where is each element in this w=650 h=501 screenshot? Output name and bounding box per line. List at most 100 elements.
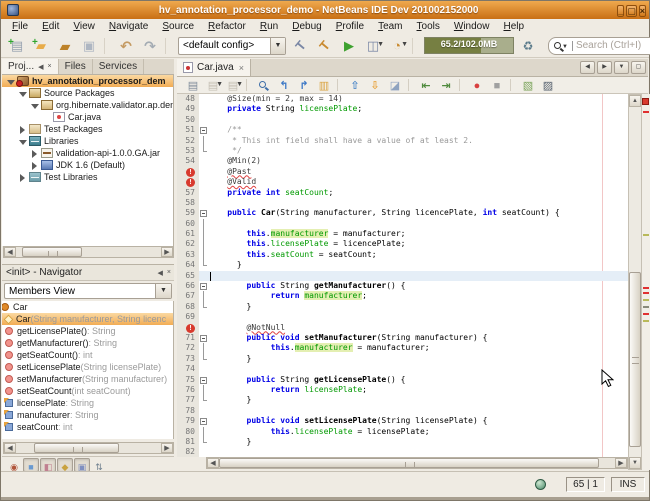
- code-line[interactable]: 76 return licensePlate;: [177, 385, 628, 395]
- tab-services[interactable]: Services: [93, 59, 144, 74]
- menu-view[interactable]: View: [66, 20, 102, 33]
- tab-projects[interactable]: Proj...◀×: [2, 59, 59, 74]
- show-inner-classes-filter[interactable]: [74, 458, 90, 472]
- code-editor[interactable]: 48 @Size(min = 2, max = 14)49 private St…: [177, 94, 628, 457]
- open-project-button[interactable]: [54, 36, 76, 56]
- tab-list-button[interactable]: ▼: [614, 61, 629, 74]
- search-box[interactable]: ▼Search (Ctrl+I): [548, 37, 650, 55]
- stop-macro-recording-button[interactable]: [488, 78, 506, 93]
- code-line[interactable]: 51 /**: [177, 125, 628, 135]
- error-stripe-mark[interactable]: [643, 299, 649, 301]
- error-stripe-mark[interactable]: [643, 320, 649, 322]
- code-line[interactable]: ! @Valid: [177, 177, 628, 187]
- code-line[interactable]: 67 return manufacturer;: [177, 291, 628, 301]
- code-line[interactable]: 59 public Car(String manufacturer, Strin…: [177, 208, 628, 218]
- menu-source[interactable]: Source: [155, 20, 201, 33]
- scroll-tabs-right-button[interactable]: ▶: [597, 61, 612, 74]
- error-stripe-mark[interactable]: [643, 313, 649, 315]
- scroll-left-arrow[interactable]: ◀: [207, 458, 219, 468]
- tree-item-test-packages[interactable]: Test Packages: [2, 123, 173, 135]
- build-project-button[interactable]: [290, 36, 312, 56]
- code-fold-toggle[interactable]: [199, 375, 208, 385]
- code-line[interactable]: 60: [177, 219, 628, 229]
- expander-closed-icon[interactable]: [18, 173, 27, 182]
- scroll-left-arrow[interactable]: ◀: [4, 443, 16, 453]
- navigator-item-setmanufacturer[interactable]: setManufacturer(String manufacturer): [2, 373, 173, 385]
- code-line[interactable]: 68 }: [177, 302, 628, 312]
- current-code-line[interactable]: 65: [177, 271, 628, 281]
- back-button[interactable]: ▼: [204, 78, 222, 93]
- code-line[interactable]: 62 this.licensePlate = licencePlate;: [177, 239, 628, 249]
- new-file-button[interactable]: [6, 36, 28, 56]
- menu-navigate[interactable]: Navigate: [102, 20, 155, 33]
- code-line[interactable]: 72 this.manufacturer = manufacturer;: [177, 343, 628, 353]
- forward-button[interactable]: ▼: [224, 78, 242, 93]
- tree-item-jdk-1-6-default-[interactable]: JDK 1.6 (Default): [2, 159, 173, 171]
- menu-file[interactable]: File: [5, 20, 35, 33]
- code-line[interactable]: 48 @Size(min = 2, max = 14): [177, 94, 628, 104]
- tree-item-car-java[interactable]: Car.java: [2, 111, 173, 123]
- shift-line-right-button[interactable]: [437, 78, 455, 93]
- uncomment-button[interactable]: [539, 78, 557, 93]
- tree-item-hv-annotation-processor-dem[interactable]: hv_annotation_processor_dem: [2, 75, 173, 87]
- code-line[interactable]: 52 * This int field shall have a value o…: [177, 136, 628, 146]
- gc-button[interactable]: [517, 36, 539, 56]
- scrollbar-thumb[interactable]: [34, 443, 119, 453]
- error-stripe[interactable]: [642, 94, 650, 470]
- navigator-item-car[interactable]: Car: [2, 301, 173, 313]
- menu-edit[interactable]: Edit: [35, 20, 66, 33]
- new-project-button[interactable]: [30, 36, 52, 56]
- error-stripe-mark[interactable]: [643, 287, 649, 289]
- error-stripe-mark[interactable]: [643, 234, 649, 236]
- show-fields-filter[interactable]: [23, 458, 39, 472]
- code-line[interactable]: 49 private String licensePlate;: [177, 104, 628, 114]
- code-line[interactable]: 57 private int seatCount;: [177, 188, 628, 198]
- chevron-down-icon[interactable]: ▼: [155, 284, 171, 298]
- navigator-item-licenseplate[interactable]: licensePlate : String: [2, 397, 173, 409]
- code-line[interactable]: ! @NotNull: [177, 323, 628, 333]
- tab-files[interactable]: Files: [59, 59, 93, 74]
- expander-open-icon[interactable]: [30, 101, 39, 110]
- code-line[interactable]: 61 this.manufacturer = manufacturer;: [177, 229, 628, 239]
- code-line[interactable]: 74: [177, 364, 628, 374]
- expander-open-icon[interactable]: [18, 137, 27, 146]
- expander-open-icon[interactable]: [6, 77, 15, 86]
- code-fold-toggle[interactable]: [199, 125, 208, 135]
- menu-refactor[interactable]: Refactor: [201, 20, 253, 33]
- code-line[interactable]: 79 public void setLicensePlate(String li…: [177, 416, 628, 426]
- tree-item-org-hibernate-validator-ap-dem[interactable]: org.hibernate.validator.ap.dem: [2, 99, 173, 111]
- code-line[interactable]: 75 public String getLicensePlate() {: [177, 375, 628, 385]
- redo-button[interactable]: [139, 36, 161, 56]
- code-line[interactable]: 50: [177, 115, 628, 125]
- scroll-right-arrow[interactable]: ▶: [161, 247, 173, 257]
- code-fold-toggle[interactable]: [199, 333, 208, 343]
- profile-project-button[interactable]: ▼: [386, 36, 408, 56]
- comment-button[interactable]: [519, 78, 537, 93]
- projects-tree[interactable]: hv_annotation_processor_demSource Packag…: [2, 75, 174, 246]
- code-fold-toggle[interactable]: [199, 281, 208, 291]
- debug-project-button[interactable]: ▼: [362, 36, 384, 56]
- navigator-members-list[interactable]: CarCar(String manufacturer, String licen…: [2, 301, 174, 439]
- navigator-hscrollbar[interactable]: ◀ ▶: [3, 442, 174, 454]
- expander-open-icon[interactable]: [18, 89, 27, 98]
- shift-line-left-button[interactable]: [417, 78, 435, 93]
- last-edit-location-button[interactable]: [184, 78, 202, 93]
- editor-vscrollbar[interactable]: ▲ ▼: [628, 94, 642, 470]
- tree-item-source-packages[interactable]: Source Packages: [2, 87, 173, 99]
- show-static-filter[interactable]: [40, 458, 56, 472]
- close-panel-icon[interactable]: ×: [48, 63, 52, 70]
- toggle-bookmark-button[interactable]: [386, 78, 404, 93]
- menu-tools[interactable]: Tools: [410, 20, 447, 33]
- code-line[interactable]: 58: [177, 198, 628, 208]
- scroll-tabs-left-button[interactable]: ◀: [580, 61, 595, 74]
- sort-by-source-filter[interactable]: [91, 458, 107, 472]
- chevron-down-icon[interactable]: ▼: [270, 38, 285, 54]
- tree-item-libraries[interactable]: Libraries: [2, 135, 173, 147]
- navigator-item-seatcount[interactable]: seatCount : int: [2, 421, 173, 433]
- menu-profile[interactable]: Profile: [329, 20, 371, 33]
- code-line[interactable]: 66 public String getManufacturer() {: [177, 281, 628, 291]
- menu-team[interactable]: Team: [371, 20, 409, 33]
- menu-run[interactable]: Run: [253, 20, 285, 33]
- navigator-item-getmanufacturer-[interactable]: getManufacturer() : String: [2, 337, 173, 349]
- navigator-item-setlicenseplate[interactable]: setLicensePlate(String licensePlate): [2, 361, 173, 373]
